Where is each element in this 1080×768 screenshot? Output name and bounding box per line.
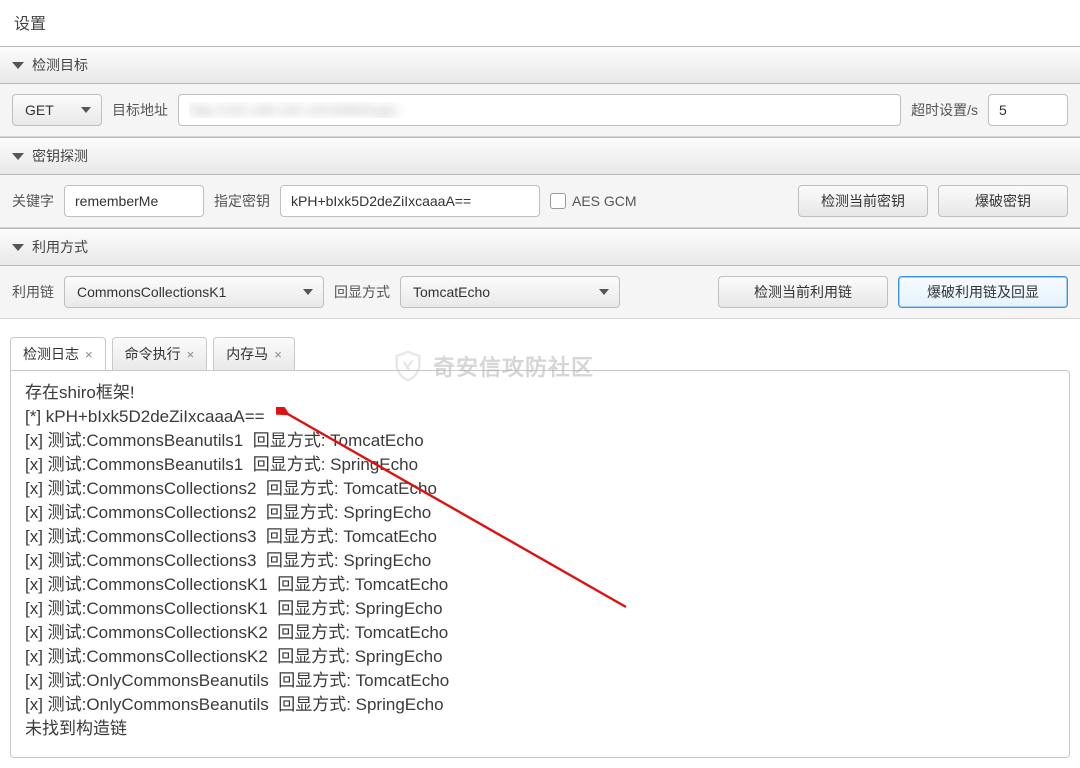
tab-label: 检测日志: [23, 344, 79, 364]
tabs-bar: 检测日志 × 命令执行 × 内存马 ×: [0, 327, 1080, 370]
log-line: [x] 测试:CommonsCollections3 回显方式: TomcatE…: [25, 525, 1055, 549]
section-target-label: 检测目标: [32, 55, 88, 75]
settings-title: 设置: [0, 0, 1080, 46]
section-key-header[interactable]: 密钥探测: [0, 137, 1080, 175]
checkbox-icon: [550, 193, 566, 209]
detect-chain-button[interactable]: 检测当前利用链: [718, 276, 888, 308]
tab-label: 内存马: [226, 344, 268, 364]
log-line: [x] 测试:CommonsCollectionsK1 回显方式: Tomcat…: [25, 573, 1055, 597]
close-icon[interactable]: ×: [85, 347, 93, 362]
timeout-label: 超时设置/s: [911, 100, 978, 120]
caret-down-icon: [12, 62, 24, 69]
specify-key-label: 指定密钥: [214, 191, 270, 211]
log-line: [x] 测试:CommonsCollections3 回显方式: SpringE…: [25, 549, 1055, 573]
section-exploit-header[interactable]: 利用方式: [0, 228, 1080, 266]
caret-down-icon: [12, 244, 24, 251]
chain-value: CommonsCollectionsK1: [77, 284, 226, 300]
chain-label: 利用链: [12, 282, 54, 302]
echo-value: TomcatEcho: [413, 284, 490, 300]
chain-select[interactable]: CommonsCollectionsK1: [64, 276, 324, 308]
timeout-input[interactable]: [988, 94, 1068, 126]
chevron-down-icon: [303, 289, 313, 295]
http-method-select[interactable]: GET: [12, 94, 102, 126]
specify-key-input[interactable]: [280, 185, 540, 217]
section-target-header[interactable]: 检测目标: [0, 46, 1080, 84]
chevron-down-icon: [599, 289, 609, 295]
detect-key-button[interactable]: 检测当前密钥: [798, 185, 928, 217]
aes-gcm-label: AES GCM: [572, 193, 637, 209]
tab-memshell[interactable]: 内存马 ×: [213, 337, 295, 370]
echo-select[interactable]: TomcatEcho: [400, 276, 620, 308]
log-line: [x] 测试:CommonsCollectionsK2 回显方式: Spring…: [25, 645, 1055, 669]
keyword-input[interactable]: [64, 185, 204, 217]
brute-chain-button[interactable]: 爆破利用链及回显: [898, 276, 1068, 308]
log-line: [x] 测试:OnlyCommonsBeanutils 回显方式: Spring…: [25, 693, 1055, 717]
target-url-input[interactable]: [178, 94, 901, 126]
aes-gcm-checkbox[interactable]: AES GCM: [550, 193, 637, 209]
log-line: [x] 测试:OnlyCommonsBeanutils 回显方式: Tomcat…: [25, 669, 1055, 693]
tab-detect-log[interactable]: 检测日志 ×: [10, 337, 106, 370]
close-icon[interactable]: ×: [187, 347, 195, 362]
close-icon[interactable]: ×: [274, 347, 282, 362]
tab-label: 命令执行: [125, 344, 181, 364]
target-url-label: 目标地址: [112, 100, 168, 120]
log-line: [x] 测试:CommonsBeanutils1 回显方式: SpringEch…: [25, 453, 1055, 477]
section-key-body: 关键字 指定密钥 AES GCM 检测当前密钥 爆破密钥: [0, 175, 1080, 228]
log-output[interactable]: 奇安信攻防社区 存在shiro框架![*] kPH+bIxk5D2deZiIxc…: [10, 370, 1070, 758]
http-method-value: GET: [25, 102, 54, 118]
log-line: [x] 测试:CommonsCollections2 回显方式: SpringE…: [25, 501, 1055, 525]
log-line: [x] 测试:CommonsCollectionsK2 回显方式: Tomcat…: [25, 621, 1055, 645]
log-line: 存在shiro框架!: [25, 381, 1055, 405]
keyword-label: 关键字: [12, 191, 54, 211]
chevron-down-icon: [81, 107, 91, 113]
section-exploit-label: 利用方式: [32, 237, 88, 257]
echo-label: 回显方式: [334, 282, 390, 302]
section-key-label: 密钥探测: [32, 146, 88, 166]
brute-key-button[interactable]: 爆破密钥: [938, 185, 1068, 217]
log-line: [x] 测试:CommonsCollectionsK1 回显方式: Spring…: [25, 597, 1055, 621]
caret-down-icon: [12, 153, 24, 160]
log-line: [x] 测试:CommonsCollections2 回显方式: TomcatE…: [25, 477, 1055, 501]
log-line: 未找到构造链: [25, 717, 1055, 741]
log-line: [x] 测试:CommonsBeanutils1 回显方式: TomcatEch…: [25, 429, 1055, 453]
tab-command-exec[interactable]: 命令执行 ×: [112, 337, 208, 370]
log-line: [*] kPH+bIxk5D2deZiIxcaaaA==: [25, 405, 1055, 429]
section-target-body: GET 目标地址 超时设置/s: [0, 84, 1080, 137]
section-exploit-body: 利用链 CommonsCollectionsK1 回显方式 TomcatEcho…: [0, 266, 1080, 319]
